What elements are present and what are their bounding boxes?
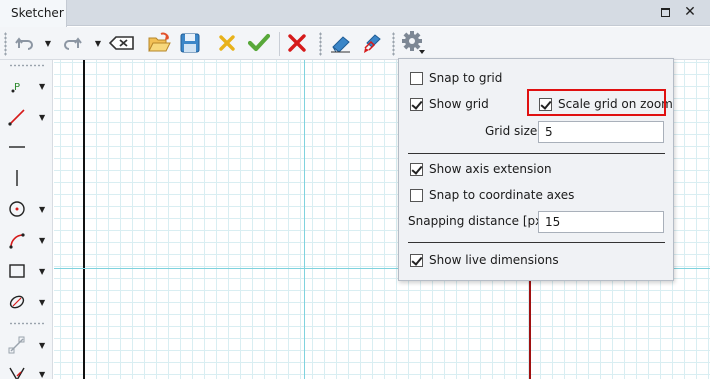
chevron-down-icon[interactable]: ▼ <box>39 341 45 350</box>
arc-icon <box>9 233 25 249</box>
toolbar-grip[interactable] <box>319 32 322 56</box>
vertical-line-tool[interactable] <box>5 165 49 191</box>
point-tool[interactable]: P ▼ <box>5 73 49 99</box>
palette-grip[interactable] <box>9 64 45 67</box>
line-icon <box>8 109 25 126</box>
title-bar: Sketcher ✕ <box>0 0 710 27</box>
snap-to-coordinate-axes-label: Snap to coordinate axes <box>429 188 575 202</box>
confirm-icon <box>248 33 270 52</box>
tab-label: Sketcher <box>11 6 64 20</box>
show-grid-label: Show grid <box>429 97 489 111</box>
angle-constraint-tool[interactable]: ▼ <box>5 361 49 379</box>
chevron-down-icon[interactable]: ▼ <box>39 370 45 379</box>
toolbar-separator <box>279 32 280 56</box>
eraser-pen-icon <box>364 34 381 53</box>
show-axis-extension-option[interactable]: Show axis extension <box>410 160 552 178</box>
snapping-distance-field[interactable]: 15 <box>538 211 664 233</box>
open-icon <box>148 32 171 52</box>
settings-button[interactable] <box>398 30 428 56</box>
chevron-down-icon[interactable]: ▼ <box>39 113 45 122</box>
show-live-dimensions-option[interactable]: Show live dimensions <box>410 251 559 269</box>
tool-palette: P ▼ ▼ ▼ ▼ ▼ ▼ ▼ ▼ <box>0 60 53 379</box>
snap-to-coordinate-axes-checkbox[interactable] <box>410 188 423 202</box>
undo-dropdown[interactable]: ▼ <box>42 30 54 56</box>
open-button[interactable] <box>145 30 173 56</box>
cancel-button[interactable] <box>214 30 240 56</box>
snapping-distance-label-row: Snapping distance [px]: <box>408 212 551 230</box>
chevron-down-icon[interactable]: ▼ <box>39 82 45 91</box>
restore-icon[interactable] <box>661 8 670 17</box>
rectangle-tool[interactable]: ▼ <box>5 258 49 284</box>
horizontal-line-tool[interactable] <box>5 134 49 160</box>
toolbar-grip[interactable] <box>4 32 7 56</box>
settings-icon <box>402 31 425 54</box>
show-axis-extension-label: Show axis extension <box>429 162 552 176</box>
close-icon[interactable]: ✕ <box>683 4 697 20</box>
undo-button[interactable] <box>12 30 38 56</box>
confirm-button[interactable] <box>245 30 273 56</box>
show-live-dimensions-checkbox[interactable] <box>410 253 423 267</box>
palette-grip[interactable] <box>9 322 45 325</box>
delete-icon <box>288 34 306 52</box>
vertical-line-icon <box>16 170 18 186</box>
clear-button[interactable] <box>107 30 137 56</box>
redo-dropdown[interactable]: ▼ <box>92 30 104 56</box>
divider <box>408 153 665 154</box>
eraser-button[interactable] <box>327 30 355 56</box>
snap-to-coordinate-axes-option[interactable]: Snap to coordinate axes <box>410 186 574 204</box>
undo-icon <box>15 37 33 50</box>
grid-size-label: Grid size: <box>485 124 542 138</box>
delete-button[interactable] <box>284 30 310 56</box>
chevron-down-icon[interactable]: ▼ <box>39 236 45 245</box>
line-tool[interactable]: ▼ <box>5 104 49 130</box>
svg-text:P: P <box>14 82 20 93</box>
red-axis <box>529 275 531 379</box>
axis-extension-vertical <box>304 60 305 379</box>
eraser-pen-button[interactable] <box>358 30 386 56</box>
show-grid-checkbox[interactable] <box>410 97 423 111</box>
chevron-down-icon[interactable]: ▼ <box>39 267 45 276</box>
constraint-icon <box>8 336 25 354</box>
redo-icon <box>64 37 82 50</box>
angle-constraint-icon <box>9 367 25 379</box>
save-icon <box>180 33 200 53</box>
cancel-icon <box>219 35 235 51</box>
ellipse-icon <box>9 295 25 309</box>
arc-tool[interactable]: ▼ <box>5 227 49 253</box>
horizontal-line-icon <box>9 146 25 148</box>
highlight-box <box>527 89 666 116</box>
show-grid-option[interactable]: Show grid <box>410 95 489 113</box>
eraser-icon <box>331 36 350 53</box>
snapping-distance-label: Snapping distance [px]: <box>408 214 551 228</box>
divider <box>408 242 665 243</box>
toolbar: ▼ ▼ <box>0 27 710 60</box>
circle-icon <box>9 201 25 217</box>
ellipse-tool[interactable]: ▼ <box>5 289 49 315</box>
tab-sketcher[interactable]: Sketcher <box>0 0 67 27</box>
redo-button[interactable] <box>59 30 85 56</box>
clear-icon <box>109 36 134 50</box>
snap-to-grid-checkbox[interactable] <box>410 71 423 85</box>
point-icon: P <box>11 82 20 93</box>
snap-to-grid-label: Snap to grid <box>429 71 503 85</box>
snap-to-grid-option[interactable]: Snap to grid <box>410 69 502 87</box>
rectangle-icon <box>9 264 25 278</box>
grid-size-label-row: Grid size: <box>485 122 541 140</box>
chevron-down-icon[interactable]: ▼ <box>39 298 45 307</box>
show-live-dimensions-label: Show live dimensions <box>429 253 559 267</box>
chevron-down-icon[interactable]: ▼ <box>39 205 45 214</box>
vertical-axis <box>83 60 85 379</box>
toolbar-grip[interactable] <box>392 32 395 56</box>
constraint-tool[interactable]: ▼ <box>5 332 49 358</box>
circle-tool[interactable]: ▼ <box>5 196 49 222</box>
show-axis-extension-checkbox[interactable] <box>410 162 423 176</box>
save-button[interactable] <box>176 30 204 56</box>
grid-size-field[interactable]: 5 <box>538 121 664 143</box>
